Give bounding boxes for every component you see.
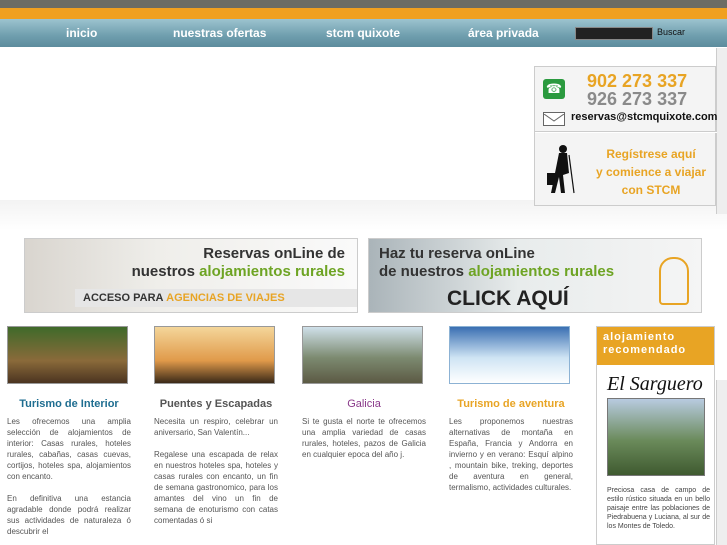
- banner-left-line2-highlight: alojamientos rurales: [199, 263, 345, 280]
- top-strip: [0, 0, 727, 8]
- banner-left-line1: Reservas onLine de: [203, 245, 345, 262]
- agency-booking-banner[interactable]: Reservas onLine de nuestros alojamientos…: [24, 238, 358, 313]
- banner-right-line2: de nuestros alojamientos rurales: [379, 263, 614, 280]
- sunset-couple-photo[interactable]: [154, 326, 275, 384]
- pointer-hand-icon: [659, 257, 689, 305]
- banner-left-line2: nuestros alojamientos rurales: [132, 263, 345, 280]
- click-here-label: CLICK AQUÍ: [447, 287, 569, 310]
- contact-box: ☎ 902 273 337 926 273 337 reservas@stcmq…: [534, 66, 717, 206]
- lodging-description: Preciosa casa de campo de estilo rústico…: [607, 487, 710, 530]
- skier-photo[interactable]: [449, 326, 570, 384]
- column-turismo-interior: Turismo de Interior Les ofrecemos una am…: [7, 326, 131, 537]
- column-text: Les proponemos nuestras alternativas de …: [449, 417, 573, 492]
- column-title[interactable]: Galicia: [302, 398, 426, 410]
- register-line-3: con STCM: [621, 183, 681, 197]
- divider: [535, 131, 717, 133]
- main-nav: inicio nuestras ofertas stcm quixote áre…: [0, 19, 727, 47]
- lodging-photo[interactable]: [607, 398, 705, 476]
- mail-icon: [543, 112, 565, 126]
- search-button[interactable]: Buscar: [657, 27, 685, 37]
- lodging-logo[interactable]: El Sarguero: [607, 373, 714, 396]
- banner-left-line3-highlight: AGENCIAS DE VIAJES: [166, 292, 285, 304]
- recommended-header: alojamiento recomendado: [597, 327, 714, 365]
- online-booking-banner[interactable]: Haz tu reserva onLine de nuestros alojam…: [368, 238, 702, 313]
- forest-photo[interactable]: [7, 326, 128, 384]
- banner-right-line2-highlight: alojamientos rurales: [468, 263, 615, 280]
- banner-left-line3: ACCESO PARA AGENCIAS DE VIAJES: [83, 292, 285, 304]
- banner-left-line3-prefix: ACCESO PARA: [83, 292, 164, 304]
- phone-number-2: 926 273 337: [587, 89, 688, 109]
- nav-inicio[interactable]: inicio: [66, 26, 97, 40]
- banner-right-line1: Haz tu reserva onLine: [379, 245, 535, 262]
- register-line-1: Regístrese aquí: [606, 147, 696, 161]
- banner-left-line2-prefix: nuestros: [131, 263, 195, 280]
- column-text: Les ofrecemos una amplia selección de al…: [7, 417, 131, 536]
- nav-area-privada[interactable]: área privada: [468, 26, 539, 40]
- column-text: Necesita un respiro, celebrar un anivers…: [154, 417, 278, 525]
- accent-bar: [0, 8, 727, 19]
- column-text: Si te gusta el norte te ofrecemos una am…: [302, 417, 426, 459]
- contact-email[interactable]: reservas@stcmquixote.com: [571, 111, 717, 123]
- register-line-2: y comience a viajar: [595, 165, 707, 179]
- nav-stcm-quixote[interactable]: stcm quixote: [326, 26, 400, 40]
- column-puentes-escapadas: Puentes y Escapadas Necesita un respiro,…: [154, 326, 278, 526]
- nav-nuestras-ofertas[interactable]: nuestras ofertas: [173, 26, 266, 40]
- galicia-village-photo[interactable]: [302, 326, 423, 384]
- column-title[interactable]: Puentes y Escapadas: [154, 398, 278, 410]
- column-title[interactable]: Turismo de Interior: [7, 398, 131, 410]
- recommended-lodging: alojamiento recomendado El Sarguero Prec…: [596, 326, 715, 545]
- search-input[interactable]: [575, 27, 653, 40]
- traveler-icon: [547, 145, 575, 194]
- column-galicia: Galicia Si te gusta el norte te ofrecemo…: [302, 326, 426, 460]
- recommended-scrollbar[interactable]: [716, 380, 727, 545]
- column-title[interactable]: Turismo de aventura: [449, 398, 573, 410]
- phone-icon: ☎: [543, 79, 565, 99]
- hero-scrollbar[interactable]: [716, 48, 727, 214]
- register-link[interactable]: Regístrese aquí y comience a viajar con …: [591, 145, 711, 199]
- column-turismo-aventura: Turismo de aventura Les proponemos nuest…: [449, 326, 573, 493]
- banner-right-line2-prefix: de nuestros: [379, 263, 465, 280]
